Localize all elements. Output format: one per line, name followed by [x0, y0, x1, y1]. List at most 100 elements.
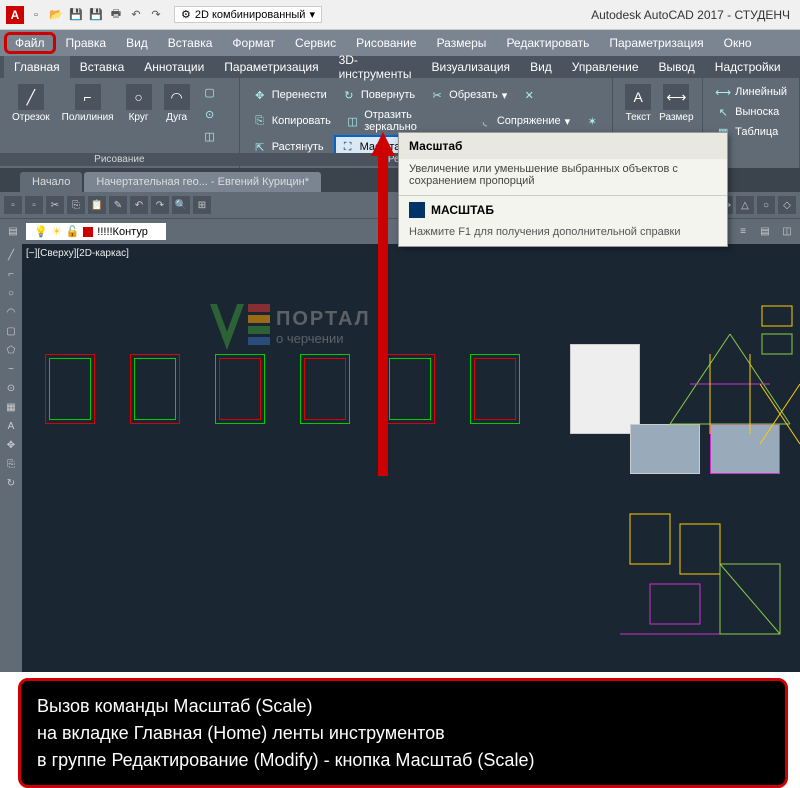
tab-start[interactable]: Начало [20, 172, 82, 192]
move-icon: ✥ [252, 87, 268, 103]
side-toolbar: ╱⌐○◠▢⬠~⊙▦A✥⎘↻ [0, 244, 22, 672]
fillet-button[interactable]: ◟Сопряжение ▾ [473, 111, 574, 131]
tooltip-cmd: МАСШТАБ [431, 203, 494, 217]
dim-button[interactable]: ⟷Размер [655, 82, 697, 125]
watermark: ПОРТАЛо черчении [210, 304, 371, 350]
linear-button[interactable]: ⟷Линейный [711, 82, 791, 102]
sun-icon: ☀ [52, 225, 62, 238]
arc-button[interactable]: ◠Дуга [160, 82, 194, 146]
tab-addins[interactable]: Надстройки [705, 56, 791, 78]
menu-modify[interactable]: Редактировать [496, 32, 599, 54]
explode-icon: ✶ [584, 113, 600, 129]
tool3[interactable]: ◫ [198, 126, 222, 146]
move-button[interactable]: ✥Перенести [248, 85, 331, 105]
drawing-rect [215, 354, 265, 424]
workspace-label: 2D комбинированный [195, 9, 306, 21]
erase-button[interactable]: ✕ [517, 85, 541, 105]
menu-insert[interactable]: Вставка [158, 32, 223, 54]
layer-color-swatch [83, 227, 93, 237]
tab-output[interactable]: Вывод [649, 56, 705, 78]
rotate-button[interactable]: ↻Повернуть [337, 85, 419, 105]
tooltip: Масштаб Увеличение или уменьшение выбран… [398, 132, 728, 247]
copy-button[interactable]: ⎘Копировать [248, 111, 335, 131]
workspace-dropdown[interactable]: ⚙ 2D комбинированный ▾ [174, 6, 322, 23]
tab-document[interactable]: Начертательная гео... - Евгений Курицин* [84, 172, 321, 192]
rotate-icon: ↻ [341, 87, 357, 103]
trim-button[interactable]: ✂Обрезать ▾ [425, 85, 511, 105]
polyline-icon: ⌐ [75, 84, 101, 110]
drawing-rect [300, 354, 350, 424]
panel-draw-title: Рисование [0, 153, 239, 166]
fillet-icon: ◟ [477, 113, 493, 129]
undo-icon[interactable]: ↶ [128, 7, 144, 23]
bulb-icon: 💡 [34, 225, 48, 238]
plot-icon[interactable]: 🖶 [108, 7, 124, 23]
open-icon[interactable]: 📂 [48, 7, 64, 23]
annotation-callout: Вызов команды Масштаб (Scale) на вкладке… [18, 678, 788, 788]
erase-icon: ✕ [521, 87, 537, 103]
tab-param[interactable]: Параметризация [214, 56, 328, 78]
new-icon[interactable]: ▫ [28, 7, 44, 23]
drawing-geometry [760, 304, 800, 464]
scale-icon [409, 202, 425, 218]
menu-window[interactable]: Окно [714, 32, 762, 54]
line-button[interactable]: ╱Отрезок [8, 82, 54, 146]
mirror-icon: ◫ [345, 113, 360, 129]
tab-home[interactable]: Главная [4, 56, 70, 78]
qat-icon[interactable]: ▫ [4, 196, 22, 214]
drawing-rect [130, 354, 180, 424]
save-icon[interactable]: 💾 [68, 7, 84, 23]
drawing-rect [45, 354, 95, 424]
tooltip-help: Нажмите F1 для получения дополнительной … [399, 224, 727, 246]
annotation-arrow [378, 132, 395, 476]
trim-icon: ✂ [429, 87, 445, 103]
app-logo-icon: A [6, 6, 24, 24]
tab-insert[interactable]: Вставка [70, 56, 135, 78]
text-button[interactable]: AТекст [621, 82, 655, 125]
redo-icon[interactable]: ↷ [148, 7, 164, 23]
titlebar: A ▫ 📂 💾 💾 🖶 ↶ ↷ ⚙ 2D комбинированный ▾ A… [0, 0, 800, 30]
tab-view[interactable]: Вид [520, 56, 562, 78]
layer-prop-icon[interactable]: ▤ [4, 223, 22, 241]
tab-viz[interactable]: Визуализация [421, 56, 520, 78]
linear-icon: ⟷ [715, 84, 731, 100]
tooltip-title: Масштаб [399, 133, 727, 159]
text-icon: A [625, 84, 651, 110]
menu-view[interactable]: Вид [116, 32, 158, 54]
arc-icon: ◠ [164, 84, 190, 110]
tooltip-desc: Увеличение или уменьшение выбранных объе… [399, 159, 727, 195]
tool2[interactable]: ⊙ [198, 104, 222, 124]
menu-format[interactable]: Формат [222, 32, 285, 54]
circle-button[interactable]: ○Круг [122, 82, 156, 146]
leader-icon: ↖ [715, 104, 731, 120]
viewport-label[interactable]: [−][Сверху][2D-каркас] [26, 248, 129, 259]
saveas-icon[interactable]: 💾 [88, 7, 104, 23]
window-title: Autodesk AutoCAD 2017 - СТУДЕНЧ [591, 8, 794, 22]
mirror-button[interactable]: ◫Отразить зеркально [341, 107, 467, 135]
layer-dropdown[interactable]: 💡 ☀ 🔓 !!!!!Контур [26, 223, 166, 240]
tab-annot[interactable]: Аннотации [134, 56, 214, 78]
lock-icon: 🔓 [66, 225, 80, 238]
drawing-geometry [620, 504, 800, 684]
menu-dim[interactable]: Размеры [427, 32, 497, 54]
leader-button[interactable]: ↖Выноска [711, 102, 791, 122]
ribbon-tabs: Главная Вставка Аннотации Параметризация… [0, 56, 800, 78]
line-icon: ╱ [18, 84, 44, 110]
menu-file[interactable]: Файл [4, 32, 56, 54]
copy-icon: ⎘ [252, 113, 268, 129]
explode-button[interactable]: ✶ [580, 111, 604, 131]
dim-icon: ⟷ [663, 84, 689, 110]
drawing-canvas[interactable]: ╱⌐○◠▢⬠~⊙▦A✥⎘↻ [−][Сверху][2D-каркас] ПОР… [0, 244, 800, 672]
circle-icon: ○ [126, 84, 152, 110]
tab-express[interactable]: Express [791, 56, 800, 78]
tab-manage[interactable]: Управление [562, 56, 649, 78]
polyline-button[interactable]: ⌐Полилиния [58, 82, 118, 146]
gear-icon: ⚙ [181, 8, 191, 21]
menu-edit[interactable]: Правка [56, 32, 117, 54]
chevron-down-icon: ▾ [309, 8, 315, 21]
layer-name: !!!!!Контур [97, 226, 148, 238]
thumbnail [570, 344, 640, 434]
tool1[interactable]: ▢ [198, 82, 222, 102]
menu-param[interactable]: Параметризация [599, 32, 713, 54]
drawing-rect [470, 354, 520, 424]
